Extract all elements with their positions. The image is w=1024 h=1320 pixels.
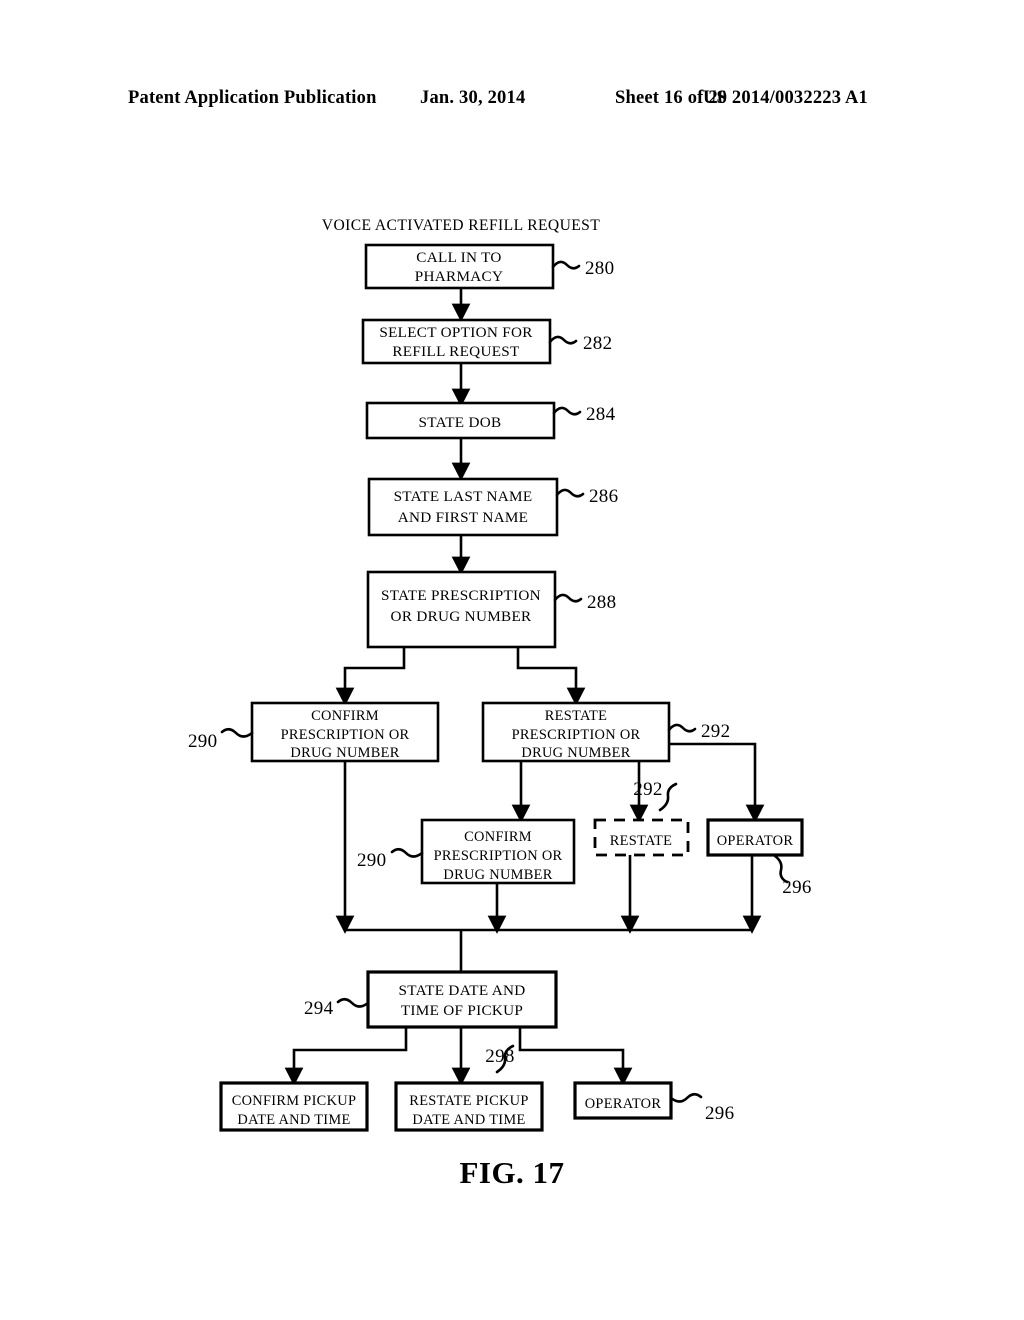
reference-numeral-280: 280 [585, 258, 614, 279]
node-call-in-to-pharmacy: CALL IN TO PHARMACY 280 [364, 243, 614, 290]
node-label-line: PRESCRIPTION OR [434, 848, 563, 864]
node-label-line: DRUG NUMBER [443, 867, 552, 883]
reference-numeral-296-b: 296 [705, 1103, 734, 1124]
node-label-line: OR DRUG NUMBER [391, 608, 532, 625]
node-confirm-prescription-or-drug-number-b: CONFIRM PRESCRIPTION OR DRUG NUMBER 290 [357, 818, 576, 885]
node-label-line: CONFIRM [311, 708, 379, 724]
flowchart-diagram: VOICE ACTIVATED REFILL REQUEST CALL IN T… [188, 217, 811, 1132]
node-confirm-prescription-or-drug-number-a: CONFIRM PRESCRIPTION OR DRUG NUMBER 290 [188, 701, 440, 763]
node-label-line: STATE DOB [419, 414, 502, 431]
node-label-line: TIME OF PICKUP [401, 1002, 523, 1019]
node-label-line: REFILL REQUEST [392, 343, 520, 360]
node-state-prescription-or-drug-number: STATE PRESCRIPTION OR DRUG NUMBER 288 [366, 570, 616, 649]
node-label-line: DATE AND TIME [237, 1112, 350, 1128]
node-label-line: OPERATOR [585, 1096, 662, 1112]
figure-caption: FIG. 17 [459, 1155, 565, 1190]
node-restate-pickup-date-and-time: RESTATE PICKUP DATE AND TIME 298 [394, 1044, 544, 1132]
reference-numeral-286: 286 [589, 486, 618, 507]
reference-numeral-290-a: 290 [188, 731, 217, 752]
node-label-line: CALL IN TO [416, 249, 501, 266]
reference-numeral-292-b: 292 [633, 779, 662, 800]
node-state-last-name-and-first-name: STATE LAST NAME AND FIRST NAME 286 [367, 477, 618, 537]
node-label-line: PRESCRIPTION OR [512, 727, 641, 743]
patent-page: Patent Application Publication Jan. 30, … [0, 0, 1024, 1320]
node-label-line: RESTATE PICKUP [409, 1093, 528, 1109]
node-label-line: CONFIRM PICKUP [232, 1093, 357, 1109]
node-confirm-pickup-date-and-time: CONFIRM PICKUP DATE AND TIME [219, 1081, 369, 1132]
reference-numeral-288: 288 [587, 592, 616, 613]
reference-numeral-284: 284 [586, 404, 616, 425]
reference-numeral-282: 282 [583, 333, 612, 354]
connector-288-292a [516, 647, 586, 706]
node-label-line: AND FIRST NAME [398, 509, 529, 526]
node-label-line: SELECT OPTION FOR [379, 324, 533, 341]
node-label-line: PRESCRIPTION OR [281, 727, 410, 743]
reference-numeral-292-a: 292 [701, 721, 730, 742]
node-label-line: STATE DATE AND [398, 982, 525, 999]
reference-numeral-296-a: 296 [782, 877, 811, 898]
node-operator-lower: OPERATOR 296 [573, 1081, 734, 1124]
node-state-date-and-time-of-pickup: STATE DATE AND TIME OF PICKUP 294 [304, 970, 558, 1029]
connector-288-290a [335, 647, 406, 706]
node-label-line: STATE LAST NAME [394, 488, 533, 505]
node-state-dob: STATE DOB 284 [365, 401, 616, 440]
reference-numeral-290-b: 290 [357, 850, 386, 871]
node-label-line: DATE AND TIME [412, 1112, 525, 1128]
node-label-line: DRUG NUMBER [290, 745, 399, 761]
node-label-line: OPERATOR [717, 833, 794, 849]
flowchart-title: VOICE ACTIVATED REFILL REQUEST [322, 217, 600, 234]
node-restate-dashed: RESTATE 292 [593, 779, 690, 857]
node-label-line: CONFIRM [464, 829, 532, 845]
node-label-line: RESTATE [545, 708, 608, 724]
connector-294-296b [518, 1027, 633, 1086]
node-label-line: PHARMACY [415, 268, 503, 285]
connector-294-confirm-pickup [284, 1027, 408, 1086]
reference-numeral-298: 298 [485, 1046, 514, 1067]
node-operator-upper: OPERATOR 296 [706, 818, 811, 898]
node-label-line: DRUG NUMBER [521, 745, 630, 761]
node-restate-prescription-or-drug-number: RESTATE PRESCRIPTION OR DRUG NUMBER 292 [481, 701, 730, 763]
connector-292a-296a [669, 742, 765, 823]
node-label-line: STATE PRESCRIPTION [381, 587, 541, 604]
reference-numeral-294: 294 [304, 998, 334, 1019]
node-label-line: RESTATE [610, 833, 673, 849]
node-select-option-for-refill-request: SELECT OPTION FOR REFILL REQUEST 282 [361, 318, 612, 365]
